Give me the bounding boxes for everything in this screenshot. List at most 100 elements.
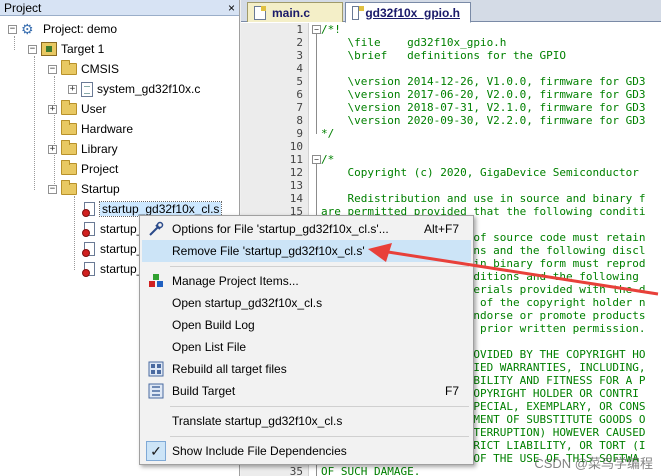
tree-guide <box>54 76 55 188</box>
tab-label: main.c <box>272 5 311 20</box>
tree-item-label: startup_ <box>100 242 144 256</box>
line-number: 35 <box>289 465 303 476</box>
tree-item-label: startup_ <box>100 262 144 276</box>
asm-file-icon <box>82 221 96 237</box>
menu-item-manage-project-items[interactable]: Manage Project Items... <box>142 270 471 292</box>
menu-separator <box>170 436 469 437</box>
menu-item-shortcut: Alt+F7 <box>423 222 459 236</box>
folder-icon <box>61 140 77 155</box>
project-panel-title: Project <box>4 0 42 15</box>
code-line[interactable]: 2 \file gd32f10x_gpio.h <box>241 36 661 49</box>
line-number: 1 <box>296 23 303 36</box>
line-number: 4 <box>296 62 303 75</box>
target-icon <box>41 42 57 56</box>
menu-item-label: Manage Project Items... <box>172 274 299 288</box>
line-number: 11 <box>289 153 303 166</box>
code-line[interactable]: 8 \version 2020-09-30, V2.2.0, firmware … <box>241 114 661 127</box>
code-line[interactable]: 7 \version 2018-07-31, V2.1.0, firmware … <box>241 101 661 114</box>
code-line[interactable]: 4 <box>241 62 661 75</box>
tree-item-project-root[interactable]: − ⚙ Project: demo <box>8 19 117 39</box>
fold-toggle-icon[interactable]: − <box>312 25 321 34</box>
collapse-icon[interactable]: − <box>8 24 17 34</box>
line-number: 2 <box>296 36 303 49</box>
menu-item-label: Build Target <box>172 384 236 398</box>
code-text: /* <box>321 153 335 166</box>
tree-item-label: User <box>81 102 107 116</box>
tree-item-startup-file[interactable]: startup_ <box>82 239 143 259</box>
code-text: */ <box>321 127 335 140</box>
watermark: CSDN @菜鸟学编程 <box>534 456 653 471</box>
line-number: 8 <box>296 114 303 127</box>
code-line[interactable]: 11−/* <box>241 153 661 166</box>
tree-item-file-system[interactable]: + system_gd32f10x.c <box>68 79 200 99</box>
tree-item-group-project[interactable]: Project <box>61 159 118 179</box>
menu-item-label: Rebuild all target files <box>172 362 287 376</box>
project-icon: ⚙ <box>21 21 34 37</box>
code-text: \version 2018-07-31, V2.1.0, firmware fo… <box>321 101 646 114</box>
code-line[interactable]: 1−/*! <box>241 23 661 36</box>
editor-tab-bar: main.c gd32f10x_gpio.h <box>241 0 661 23</box>
build-icon <box>148 383 164 399</box>
expand-icon[interactable]: + <box>48 144 57 154</box>
code-line[interactable]: 5 \version 2014-12-26, V1.0.0, firmware … <box>241 75 661 88</box>
tree-item-label: Hardware <box>81 122 134 136</box>
code-line[interactable]: 3 \brief definitions for the GPIO <box>241 49 661 62</box>
folder-open-icon <box>61 180 77 195</box>
tab-gd32f10x-gpio-h[interactable]: gd32f10x_gpio.h <box>345 2 471 23</box>
line-number: 14 <box>289 192 303 205</box>
expand-icon[interactable]: + <box>68 84 77 94</box>
menu-item-label: Show Include File Dependencies <box>172 444 347 458</box>
line-number: 9 <box>296 127 303 140</box>
code-text: \version 2020-09-30, V2.2.0, firmware fo… <box>321 114 646 127</box>
tree-item-startup-file[interactable]: startup_ <box>82 259 143 279</box>
collapse-icon[interactable]: − <box>48 184 57 194</box>
code-line[interactable]: 13 <box>241 179 661 192</box>
menu-item-show-include-dependencies[interactable]: ✓ Show Include File Dependencies <box>142 440 471 462</box>
menu-item-open-list-file[interactable]: Open List File <box>142 336 471 358</box>
collapse-icon[interactable]: − <box>48 64 57 74</box>
fold-toggle-icon[interactable]: − <box>312 155 321 164</box>
code-line[interactable]: 9 */ <box>241 127 661 140</box>
code-line[interactable]: 14 Redistribution and use in source and … <box>241 192 661 205</box>
menu-item-open-build-log[interactable]: Open Build Log <box>142 314 471 336</box>
line-number: 10 <box>289 140 303 153</box>
menu-item-rebuild-all[interactable]: Rebuild all target files <box>142 358 471 380</box>
tree-item-group-user[interactable]: + User <box>48 99 106 119</box>
code-text: \version 2017-06-20, V2.0.0, firmware fo… <box>321 88 646 101</box>
folder-icon <box>61 100 77 115</box>
close-icon[interactable]: × <box>228 2 235 14</box>
tree-item-group-hardware[interactable]: Hardware <box>61 119 133 139</box>
menu-item-label: Open Build Log <box>172 318 255 332</box>
options-icon <box>149 221 164 236</box>
code-text: /*! <box>321 23 341 36</box>
line-number: 6 <box>296 88 303 101</box>
tree-item-group-library[interactable]: + Library <box>48 139 118 159</box>
tree-item-startup-file[interactable]: startup_ <box>82 219 143 239</box>
tree-item-group-startup[interactable]: − Startup <box>48 179 120 199</box>
expand-icon[interactable]: + <box>48 104 57 114</box>
project-panel-header: Project × <box>0 0 239 16</box>
line-number: 3 <box>296 49 303 62</box>
tree-item-target[interactable]: − Target 1 <box>28 39 104 59</box>
code-line[interactable]: 12 Copyright (c) 2020, GigaDevice Semico… <box>241 166 661 179</box>
menu-item-label: Open List File <box>172 340 247 354</box>
menu-item-translate[interactable]: Translate startup_gd32f10x_cl.s <box>142 410 471 432</box>
code-line[interactable]: 6 \version 2017-06-20, V2.0.0, firmware … <box>241 88 661 101</box>
asm-file-icon <box>82 201 96 217</box>
menu-item-options-for-file[interactable]: Options for File 'startup_gd32f10x_cl.s'… <box>142 218 471 240</box>
menu-separator <box>170 266 469 267</box>
line-number: 12 <box>289 166 303 179</box>
folder-icon <box>61 120 77 135</box>
menu-item-open-file[interactable]: Open startup_gd32f10x_cl.s <box>142 292 471 314</box>
tab-main-c[interactable]: main.c <box>247 2 343 22</box>
code-line[interactable]: 10 <box>241 140 661 153</box>
line-number: 13 <box>289 179 303 192</box>
menu-item-build-target[interactable]: Build Target F7 <box>142 380 471 402</box>
tree-item-label: Project <box>81 162 119 176</box>
tree-item-group-cmsis[interactable]: − CMSIS <box>48 59 119 79</box>
context-menu: Options for File 'startup_gd32f10x_cl.s'… <box>139 215 474 465</box>
menu-item-remove-file[interactable]: Remove File 'startup_gd32f10x_cl.s' <box>142 240 471 262</box>
code-text: \brief definitions for the GPIO <box>321 49 567 62</box>
code-text: Copyright (c) 2020, GigaDevice Semicondu… <box>321 166 639 179</box>
collapse-icon[interactable]: − <box>28 44 37 54</box>
